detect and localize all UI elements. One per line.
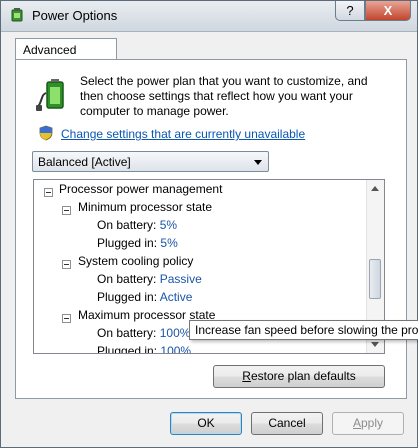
help-icon: ? [346,3,354,18]
setting-value[interactable]: 100% [160,326,191,340]
help-button[interactable]: ? [335,1,365,21]
uac-shield-icon [39,125,53,141]
tree-item-cooling-plugged-in[interactable]: Plugged in: Active [97,288,192,306]
setting-label: On battery: [97,326,157,340]
ok-button[interactable]: OK [170,412,242,435]
setting-value[interactable]: 5% [160,236,177,250]
setting-label: On battery: [97,272,157,286]
tab-advanced-settings[interactable]: Advanced settings [15,38,117,71]
power-plan-dropdown[interactable]: Balanced [Active] [32,151,269,172]
title-bar[interactable]: Power Options ? X [1,1,417,32]
battery-plug-icon [36,79,64,111]
setting-value[interactable]: Active [160,290,193,304]
collapse-icon[interactable] [62,314,71,323]
power-plan-value: Balanced [Active] [38,155,131,169]
tooltip: Increase fan speed before slowing the pr… [189,320,418,340]
tree-item-processor-power-management[interactable]: Processor power management [59,180,222,198]
apply-button[interactable]: Apply [332,412,404,435]
scrollbar-thumb[interactable] [369,259,381,299]
collapse-icon[interactable] [62,260,71,269]
tree-item-max-on-battery[interactable]: On battery: 100% [97,324,190,342]
power-options-window: Power Options ? X Advanced settings Sele… [0,0,418,448]
tree-item-cooling-on-battery[interactable]: On battery: Passive [97,270,202,288]
tree-item-minimum-processor-state[interactable]: Minimum processor state [78,198,212,216]
tree-item-min-plugged-in[interactable]: Plugged in: 5% [97,234,178,252]
change-settings-link[interactable]: Change settings that are currently unava… [61,127,305,141]
setting-label: Plugged in: [97,236,158,250]
setting-value[interactable]: 5% [160,218,177,232]
close-button[interactable]: X [365,1,411,21]
tree-item-system-cooling-policy[interactable]: System cooling policy [78,252,193,270]
setting-value[interactable]: 100% [160,344,191,353]
power-options-icon [11,8,23,22]
collapse-icon[interactable] [62,206,71,215]
dropdown-arrow-icon [254,160,262,165]
window-title: Power Options [32,8,118,23]
collapse-icon[interactable] [44,188,53,197]
setting-label: On battery: [97,218,157,232]
scroll-up-icon[interactable] [371,186,379,191]
tree-item-max-plugged-in[interactable]: Plugged in: 100% [97,342,191,353]
close-icon: X [383,3,393,18]
scroll-down-icon[interactable] [371,342,379,347]
description-text: Select the power plan that you want to c… [80,74,368,118]
setting-value[interactable]: Passive [160,272,202,286]
tree-item-min-on-battery[interactable]: On battery: 5% [97,216,177,234]
setting-label: Plugged in: [97,344,158,353]
cancel-button[interactable]: Cancel [251,412,323,435]
setting-label: Plugged in: [97,290,158,304]
restore-plan-defaults-button[interactable]: Restore plan defaults [213,365,385,388]
